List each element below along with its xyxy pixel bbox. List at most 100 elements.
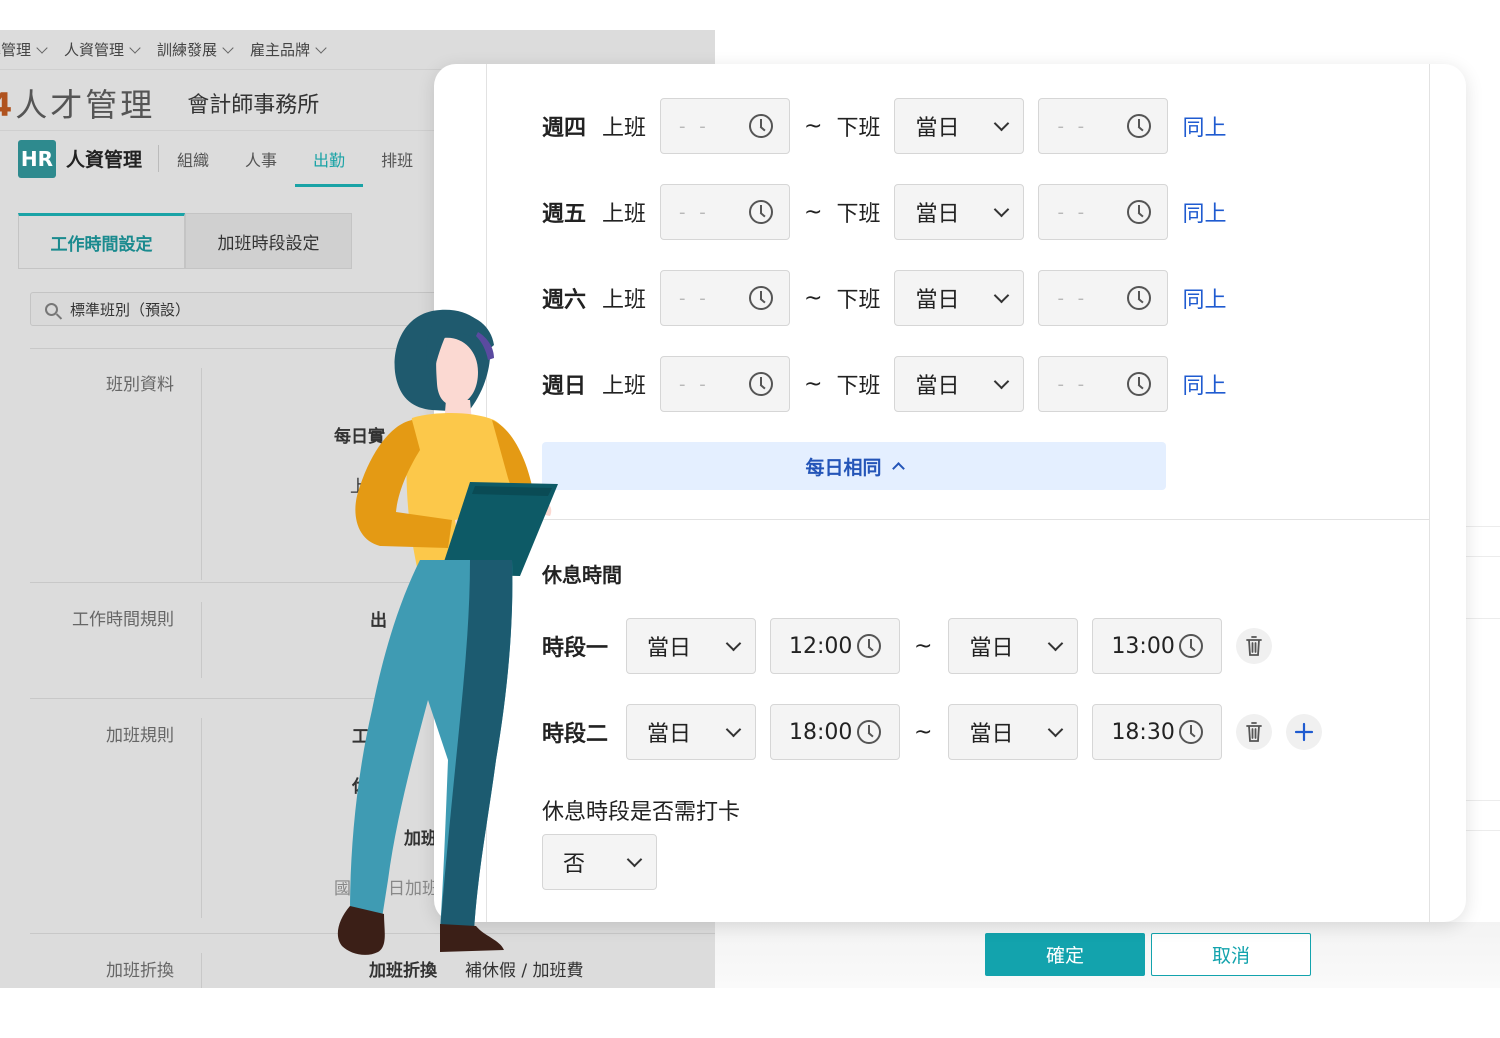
same-as-above-link[interactable]: 同上 bbox=[1182, 282, 1226, 314]
day-row-thu: 週四 上班 - - ~ 下班 當日 - - 同上 bbox=[542, 98, 1226, 154]
same-as-above-link[interactable]: 同上 bbox=[1182, 110, 1226, 142]
start-time-input[interactable]: - - bbox=[660, 356, 791, 412]
start-label: 上班 bbox=[602, 202, 647, 227]
period-end-time-input[interactable]: 13:00 bbox=[1092, 618, 1223, 674]
clock-icon bbox=[1127, 200, 1152, 224]
rest-period-row-2: 時段二 當日 18:00 ~ 當日 18:30 bbox=[542, 704, 1323, 760]
top-nav-item-training[interactable]: 訓練發展 bbox=[157, 39, 234, 60]
chevron-down-icon bbox=[1048, 721, 1064, 737]
rest-punch-label: 休息時段是否需打卡 bbox=[542, 800, 741, 825]
section-label-overtime-convert: 加班折換 bbox=[106, 961, 174, 981]
plus-icon bbox=[1295, 722, 1314, 742]
end-time-input[interactable]: - - bbox=[1038, 98, 1169, 154]
clock-icon bbox=[749, 372, 774, 396]
chevron-down-icon bbox=[725, 721, 742, 737]
cancel-button[interactable]: 取消 bbox=[1151, 933, 1311, 976]
confirm-button[interactable]: 確定 bbox=[985, 933, 1145, 976]
end-label: 下班 bbox=[836, 374, 881, 399]
end-day-select[interactable]: 當日 bbox=[894, 98, 1025, 154]
chevron-down-icon bbox=[222, 41, 234, 54]
chevron-down-icon bbox=[994, 373, 1010, 389]
day-name: 週五 bbox=[542, 202, 587, 227]
chevron-down-icon bbox=[994, 201, 1010, 217]
period-start-day-select[interactable]: 當日 bbox=[626, 704, 756, 760]
clock-icon bbox=[749, 114, 774, 138]
search-icon bbox=[45, 302, 58, 316]
end-time-input[interactable]: - - bbox=[1038, 356, 1169, 412]
work-time-modal: 週四 上班 - - ~ 下班 當日 - - 同上 週五 上班 - - ~ 下班 … bbox=[434, 64, 1466, 922]
end-label: 下班 bbox=[836, 116, 881, 141]
clock-icon bbox=[749, 286, 774, 310]
daily-same-toggle-button[interactable]: 每日相同 bbox=[542, 442, 1166, 490]
add-period-button[interactable] bbox=[1286, 714, 1323, 750]
start-time-input[interactable]: - - bbox=[660, 270, 791, 326]
hr-badge-icon: HR bbox=[18, 139, 56, 178]
start-time-input[interactable]: - - bbox=[660, 98, 791, 154]
clock-icon bbox=[1179, 720, 1204, 744]
clock-icon bbox=[1179, 634, 1204, 658]
chevron-down-icon bbox=[1048, 635, 1064, 651]
day-row-sun: 週日 上班 - - ~ 下班 當日 - - 同上 bbox=[542, 356, 1226, 412]
tab-overtime-period-settings[interactable]: 加班時段設定 bbox=[185, 213, 352, 269]
start-time-input[interactable]: - - bbox=[660, 184, 791, 240]
end-time-input[interactable]: - - bbox=[1038, 270, 1169, 326]
day-name: 週四 bbox=[542, 116, 587, 141]
top-nav-item-brand[interactable]: 雇主品牌 bbox=[250, 39, 327, 60]
trash-icon bbox=[1246, 722, 1263, 742]
day-row-fri: 週五 上班 - - ~ 下班 當日 - - 同上 bbox=[542, 184, 1226, 240]
period-end-time-input[interactable]: 18:30 bbox=[1092, 704, 1223, 760]
trash-icon bbox=[1246, 636, 1263, 656]
period-start-day-select[interactable]: 當日 bbox=[626, 618, 756, 674]
tab-personnel[interactable]: 人事 bbox=[245, 131, 277, 187]
clock-icon bbox=[857, 720, 881, 744]
chevron-down-icon bbox=[994, 115, 1010, 131]
hr-title: 人資管理 bbox=[66, 145, 160, 172]
chevron-down-icon bbox=[315, 41, 327, 54]
same-as-above-link[interactable]: 同上 bbox=[1182, 368, 1226, 400]
period-start-time-input[interactable]: 18:00 bbox=[770, 704, 900, 760]
period-start-time-input[interactable]: 12:00 bbox=[770, 618, 900, 674]
brand-logo: 4人才管理 bbox=[0, 86, 156, 124]
tab-scheduling[interactable]: 排班 bbox=[381, 131, 413, 187]
chevron-down-icon bbox=[36, 41, 48, 54]
end-label: 下班 bbox=[836, 202, 881, 227]
chevron-up-icon bbox=[891, 461, 905, 475]
chevron-down-icon bbox=[725, 635, 742, 651]
section-label-work-rules: 工作時間規則 bbox=[72, 610, 174, 630]
tab-organization[interactable]: 組織 bbox=[177, 131, 209, 187]
clock-icon bbox=[1127, 114, 1152, 138]
woman-clipboard-illustration bbox=[337, 309, 558, 955]
period-end-day-select[interactable]: 當日 bbox=[948, 704, 1079, 760]
chevron-down-icon bbox=[129, 41, 141, 54]
brand-row: 4人才管理 會計師事務所 bbox=[0, 80, 319, 126]
tab-work-time-settings[interactable]: 工作時間設定 bbox=[18, 213, 185, 269]
end-day-select[interactable]: 當日 bbox=[894, 356, 1025, 412]
clock-icon bbox=[749, 200, 774, 224]
chevron-down-icon bbox=[626, 851, 643, 867]
clock-icon bbox=[1127, 286, 1152, 310]
period-end-day-select[interactable]: 當日 bbox=[948, 618, 1079, 674]
start-label: 上班 bbox=[602, 374, 647, 399]
start-label: 上班 bbox=[602, 116, 647, 141]
rest-period-row-1: 時段一 當日 12:00 ~ 當日 13:00 bbox=[542, 618, 1273, 674]
end-time-input[interactable]: - - bbox=[1038, 184, 1169, 240]
start-label: 上班 bbox=[602, 288, 647, 313]
settings-tabs: 工作時間設定 加班時段設定 bbox=[18, 213, 352, 269]
delete-period-button[interactable] bbox=[1236, 714, 1273, 750]
same-as-above-link[interactable]: 同上 bbox=[1182, 196, 1226, 228]
top-nav-item-hr[interactable]: 人資管理 bbox=[64, 39, 141, 60]
clock-icon bbox=[1127, 372, 1152, 396]
top-nav-item-recruit[interactable]: 募管理 bbox=[0, 39, 48, 60]
section-label-overtime-rules: 加班規則 bbox=[106, 726, 174, 746]
end-day-select[interactable]: 當日 bbox=[894, 270, 1025, 326]
section-label-shift-info: 班別資料 bbox=[106, 375, 174, 395]
day-row-sat: 週六 上班 - - ~ 下班 當日 - - 同上 bbox=[542, 270, 1226, 326]
screenshot-stage: 募管理 人資管理 訓練發展 雇主品牌 4人才管理 會計師事務所 HR 人資管理 … bbox=[0, 0, 1500, 1038]
end-label: 下班 bbox=[836, 288, 881, 313]
delete-period-button[interactable] bbox=[1236, 628, 1273, 664]
tab-attendance[interactable]: 出勤 bbox=[295, 131, 364, 187]
company-name: 會計師事務所 bbox=[187, 93, 320, 118]
chevron-down-icon bbox=[994, 287, 1010, 303]
end-day-select[interactable]: 當日 bbox=[894, 184, 1025, 240]
clock-icon bbox=[857, 634, 881, 658]
